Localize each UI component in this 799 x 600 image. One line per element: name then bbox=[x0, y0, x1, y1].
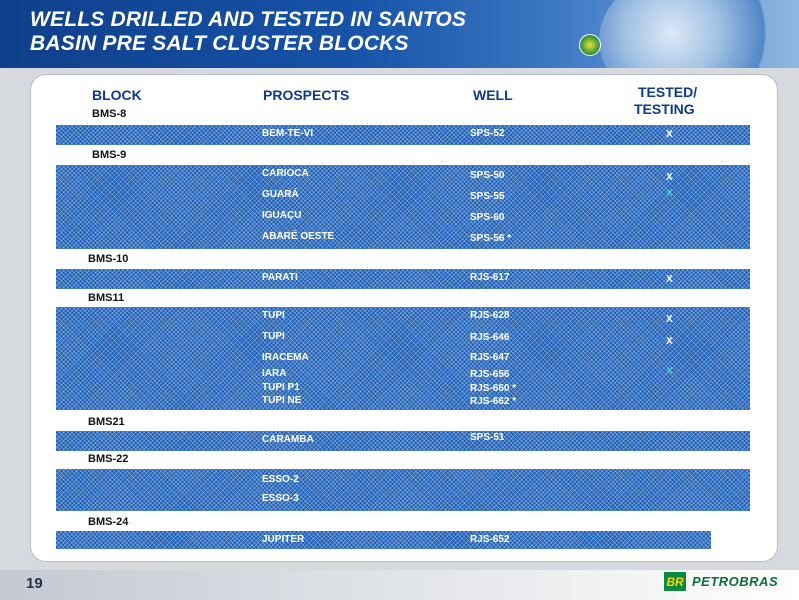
well-cell: SPS-50 bbox=[470, 170, 505, 181]
block-band bbox=[56, 531, 711, 549]
prospect-cell: ESSO-3 bbox=[262, 493, 299, 504]
block-band bbox=[56, 125, 750, 145]
block-label: BMS21 bbox=[88, 416, 125, 428]
header-well: WELL bbox=[473, 87, 513, 103]
prospect-cell: IGUAÇU bbox=[262, 210, 302, 221]
well-cell: RJS-628 bbox=[470, 310, 510, 321]
well-cell: SPS-51 bbox=[470, 432, 505, 443]
block-label: BMS11 bbox=[88, 292, 125, 304]
header-block: BLOCK bbox=[92, 87, 142, 103]
tested-mark: X bbox=[666, 366, 673, 377]
prospect-cell: BEM-TE-VI bbox=[262, 128, 314, 139]
emblem-icon bbox=[579, 34, 601, 56]
header-tested-line-2: TESTING bbox=[634, 101, 695, 117]
block-label: BMS-8 bbox=[92, 108, 127, 120]
prospect-cell: ESSO-2 bbox=[262, 474, 299, 485]
tested-mark: X bbox=[666, 274, 673, 285]
prospect-cell: GUARÁ bbox=[262, 189, 299, 200]
well-cell: SPS-56 * bbox=[470, 233, 512, 244]
prospect-cell: TUPI bbox=[262, 331, 285, 342]
tested-mark: X bbox=[666, 188, 673, 199]
prospect-cell: TUPI bbox=[262, 310, 285, 321]
logo-text: PETROBRAS bbox=[692, 574, 779, 589]
prospect-cell: CARAMBA bbox=[262, 434, 314, 445]
tested-mark: X bbox=[666, 336, 673, 347]
block-band bbox=[56, 431, 750, 451]
tested-mark: X bbox=[666, 129, 673, 140]
prospect-cell: CARIOCA bbox=[262, 168, 309, 179]
well-cell: RJS-617 bbox=[470, 272, 510, 283]
tested-mark: X bbox=[666, 314, 673, 325]
well-cell: RJS-662 * bbox=[470, 396, 517, 407]
prospect-cell: TUPI P1 bbox=[262, 382, 300, 393]
page-number: 19 bbox=[26, 575, 43, 592]
br-logo-icon: BR bbox=[664, 572, 686, 591]
block-label: BMS-9 bbox=[92, 149, 127, 161]
prospect-cell: JUPITER bbox=[262, 534, 305, 545]
block-band bbox=[56, 269, 750, 289]
well-cell: SPS-55 bbox=[470, 191, 505, 202]
block-band bbox=[56, 469, 750, 511]
block-band bbox=[56, 165, 750, 249]
prospect-cell: PARATI bbox=[262, 272, 298, 283]
block-label: BMS-22 bbox=[88, 453, 129, 465]
prospect-cell: IARA bbox=[262, 368, 287, 379]
well-cell: RJS-652 bbox=[470, 534, 510, 545]
header-prospects: PROSPECTS bbox=[263, 87, 350, 103]
slide-title: WELLS DRILLED AND TESTED IN SANTOS BASIN… bbox=[30, 8, 550, 56]
prospect-cell: TUPI NE bbox=[262, 395, 302, 406]
globe-graphic bbox=[599, 0, 779, 68]
block-label: BMS-24 bbox=[88, 516, 129, 528]
block-label: BMS-10 bbox=[88, 253, 129, 265]
well-cell: RJS-660 * bbox=[470, 383, 517, 394]
header-tested: TESTED/ TESTING bbox=[634, 84, 697, 118]
petrobras-logo: BR PETROBRAS bbox=[664, 572, 778, 591]
prospect-cell: IRACEMA bbox=[262, 352, 309, 363]
well-cell: RJS-647 bbox=[470, 352, 510, 363]
header-tested-line-1: TESTED/ bbox=[638, 84, 698, 100]
title-line-1: WELLS DRILLED AND TESTED IN SANTOS bbox=[30, 8, 467, 31]
prospect-cell: ABARÉ OESTE bbox=[262, 231, 335, 242]
well-cell: SPS-52 bbox=[470, 128, 505, 139]
tested-mark: X bbox=[666, 172, 673, 183]
title-line-2: BASIN PRE SALT CLUSTER BLOCKS bbox=[30, 32, 409, 55]
well-cell: RJS-646 bbox=[470, 332, 510, 343]
well-cell: RJS-656 bbox=[470, 369, 510, 380]
well-cell: SPS-60 bbox=[470, 212, 505, 223]
block-band bbox=[56, 307, 750, 410]
